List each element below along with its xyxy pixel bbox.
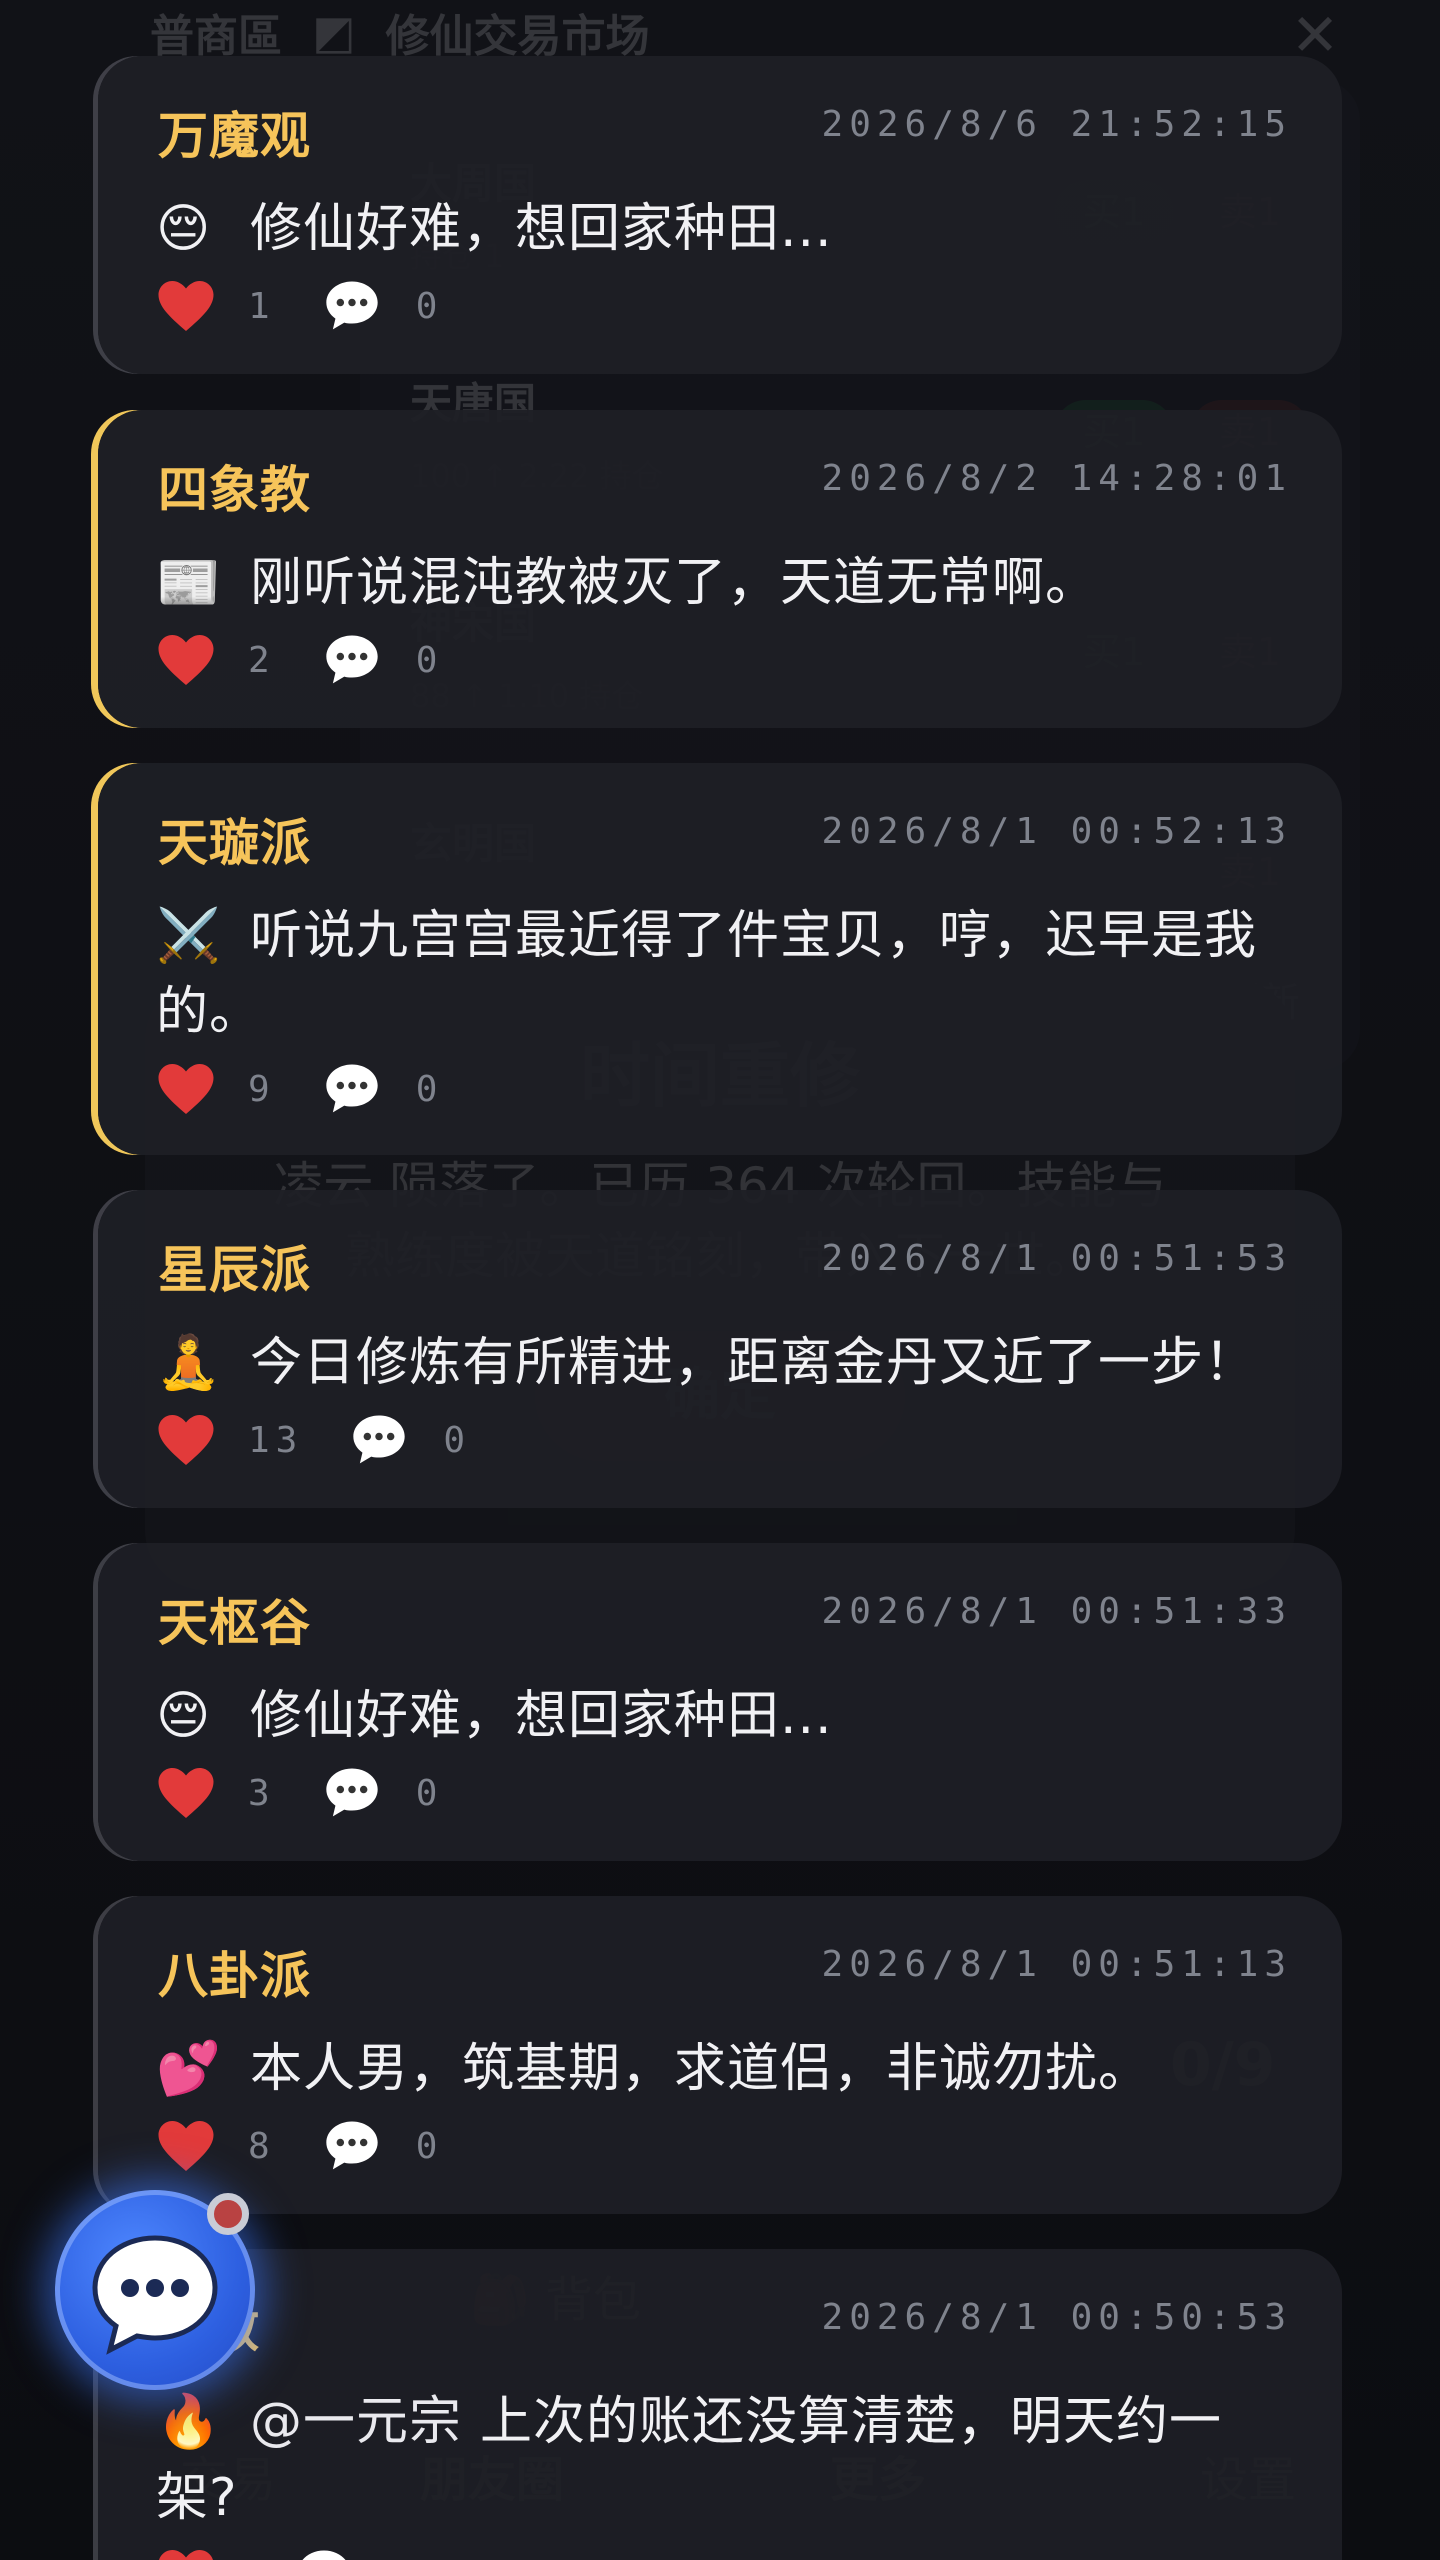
post-body: 🧘 今日修炼有所精进，距离金丹又近了一步！ [156, 1325, 1296, 1401]
speech-bubble-icon[interactable] [296, 2548, 352, 2560]
post-sect-name[interactable]: 星辰派 [158, 1230, 311, 1302]
post-text: 刚听说混沌教被灭了，天道无常啊。 [250, 553, 1099, 613]
post-timestamp: 2026/8/1 00:50:53 [821, 2297, 1292, 2338]
moments-feed[interactable]: 万魔观 2026/8/6 21:52:15 😔 修仙好难，想回家种田... 1 0… [98, 0, 1342, 2560]
post-emoji: 🔥 [156, 2392, 222, 2452]
post-actions: 2 0 [156, 632, 437, 688]
comment-count: 0 [443, 1419, 466, 1461]
post-timestamp: 2026/8/6 21:52:15 [821, 104, 1292, 145]
like-count: 8 [248, 2125, 276, 2167]
speech-bubble-icon[interactable] [324, 279, 380, 333]
feed-post: 八卦派 2026/8/1 00:51:13 💕 本人男，筑基期，求道侣，非诚勿扰。… [98, 1896, 1342, 2214]
post-timestamp: 2026/8/2 14:28:01 [821, 458, 1292, 499]
heart-icon[interactable] [156, 632, 216, 688]
post-body: ⚔️ 听说九宫宫最近得了件宝贝，哼，迟早是我的。 [156, 898, 1296, 1050]
like-count: 13 [248, 1419, 304, 1461]
post-emoji: 😔 [156, 199, 212, 259]
post-sect-name[interactable]: 天璇派 [158, 803, 311, 875]
heart-icon[interactable] [156, 2118, 216, 2174]
speech-bubble-icon[interactable] [324, 1766, 380, 1820]
post-body: 😔 修仙好难，想回家种田... [156, 1678, 1296, 1754]
post-emoji: ⚔️ [156, 906, 222, 966]
comment-count: 0 [415, 639, 438, 681]
speech-bubble-icon[interactable] [324, 1062, 380, 1116]
heart-icon[interactable] [156, 1061, 216, 1117]
post-emoji: 😔 [156, 1686, 212, 1746]
like-count: 1 [248, 285, 276, 327]
comment-count: 0 [415, 1772, 438, 1814]
heart-icon[interactable] [156, 2547, 216, 2560]
comment-count: 0 [415, 285, 438, 327]
feed-post: 天枢谷 2026/8/1 00:51:33 😔 修仙好难，想回家种田... 3 0 [98, 1543, 1342, 1861]
post-body: 💕 本人男，筑基期，求道侣，非诚勿扰。 [156, 2031, 1296, 2107]
post-body: 📰 刚听说混沌教被灭了，天道无常啊。 [156, 545, 1296, 621]
post-text: 今日修炼有所精进，距离金丹又近了一步！ [250, 1333, 1258, 1393]
post-actions: 8 0 [156, 2118, 437, 2174]
heart-icon[interactable] [156, 1412, 216, 1468]
post-timestamp: 2026/8/1 00:52:13 [821, 811, 1292, 852]
post-emoji: 📰 [156, 553, 222, 613]
heart-icon[interactable] [156, 1765, 216, 1821]
feed-post: 魔教 2026/8/1 00:50:53 🔥@一元宗上次的账还没算清楚，明天约一… [98, 2249, 1342, 2560]
post-emoji: 💕 [156, 2039, 222, 2099]
comment-count: 0 [415, 2125, 438, 2167]
feed-post: 天璇派 2026/8/1 00:52:13 ⚔️ 听说九宫宫最近得了件宝贝，哼，迟… [98, 763, 1342, 1155]
post-body: 🔥 @一元宗 上次的账还没算清楚，明天约一架? [156, 2384, 1296, 2536]
feed-post: 四象教 2026/8/2 14:28:01 📰 刚听说混沌教被灭了，天道无常啊。 … [98, 410, 1342, 728]
post-sect-name[interactable]: 天枢谷 [158, 1583, 311, 1655]
post-text: 本人男，筑基期，求道侣，非诚勿扰。 [250, 2039, 1152, 2099]
speech-bubble-icon[interactable] [351, 1413, 407, 1467]
speech-bubble-icon[interactable] [324, 633, 380, 687]
post-emoji: 🧘 [156, 1333, 222, 1393]
comment-count: 0 [415, 1068, 438, 1110]
app-root: 普商區 ◩ 修仙交易市场 ✕ 大周国 持仓 1 买1 卖1 天唐国 100 ↑ … [0, 0, 1440, 2560]
heart-icon[interactable] [156, 278, 216, 334]
post-sect-name[interactable]: 四象教 [158, 450, 311, 522]
post-timestamp: 2026/8/1 00:51:53 [821, 1238, 1292, 1279]
speech-bubble-icon[interactable] [324, 2119, 380, 2173]
feed-post: 万魔观 2026/8/6 21:52:15 😔 修仙好难，想回家种田... 1 0 [98, 56, 1342, 374]
post-text: 修仙好难，想回家种田... [250, 199, 833, 259]
post-actions [156, 2547, 352, 2560]
like-count: 2 [248, 639, 276, 681]
like-count: 3 [248, 1772, 276, 1814]
post-actions: 3 0 [156, 1765, 437, 1821]
post-timestamp: 2026/8/1 00:51:33 [821, 1591, 1292, 1632]
post-text: 修仙好难，想回家种田... [250, 1686, 833, 1746]
post-actions: 13 0 [156, 1412, 465, 1468]
post-body: 😔 修仙好难，想回家种田... [156, 191, 1296, 267]
like-count: 9 [248, 1068, 276, 1110]
post-timestamp: 2026/8/1 00:51:13 [821, 1944, 1292, 1985]
feed-post: 星辰派 2026/8/1 00:51:53 🧘 今日修炼有所精进，距离金丹又近了一… [98, 1190, 1342, 1508]
post-sect-name[interactable]: 万魔观 [158, 96, 311, 168]
post-actions: 1 0 [156, 278, 437, 334]
post-text: 听说九宫宫最近得了件宝贝，哼，迟早是我的。 [156, 906, 1258, 1042]
post-actions: 9 0 [156, 1061, 437, 1117]
post-mention[interactable]: @一元宗 [250, 2392, 462, 2452]
post-sect-name[interactable]: 八卦派 [158, 1936, 311, 2008]
notification-dot [207, 2193, 249, 2235]
